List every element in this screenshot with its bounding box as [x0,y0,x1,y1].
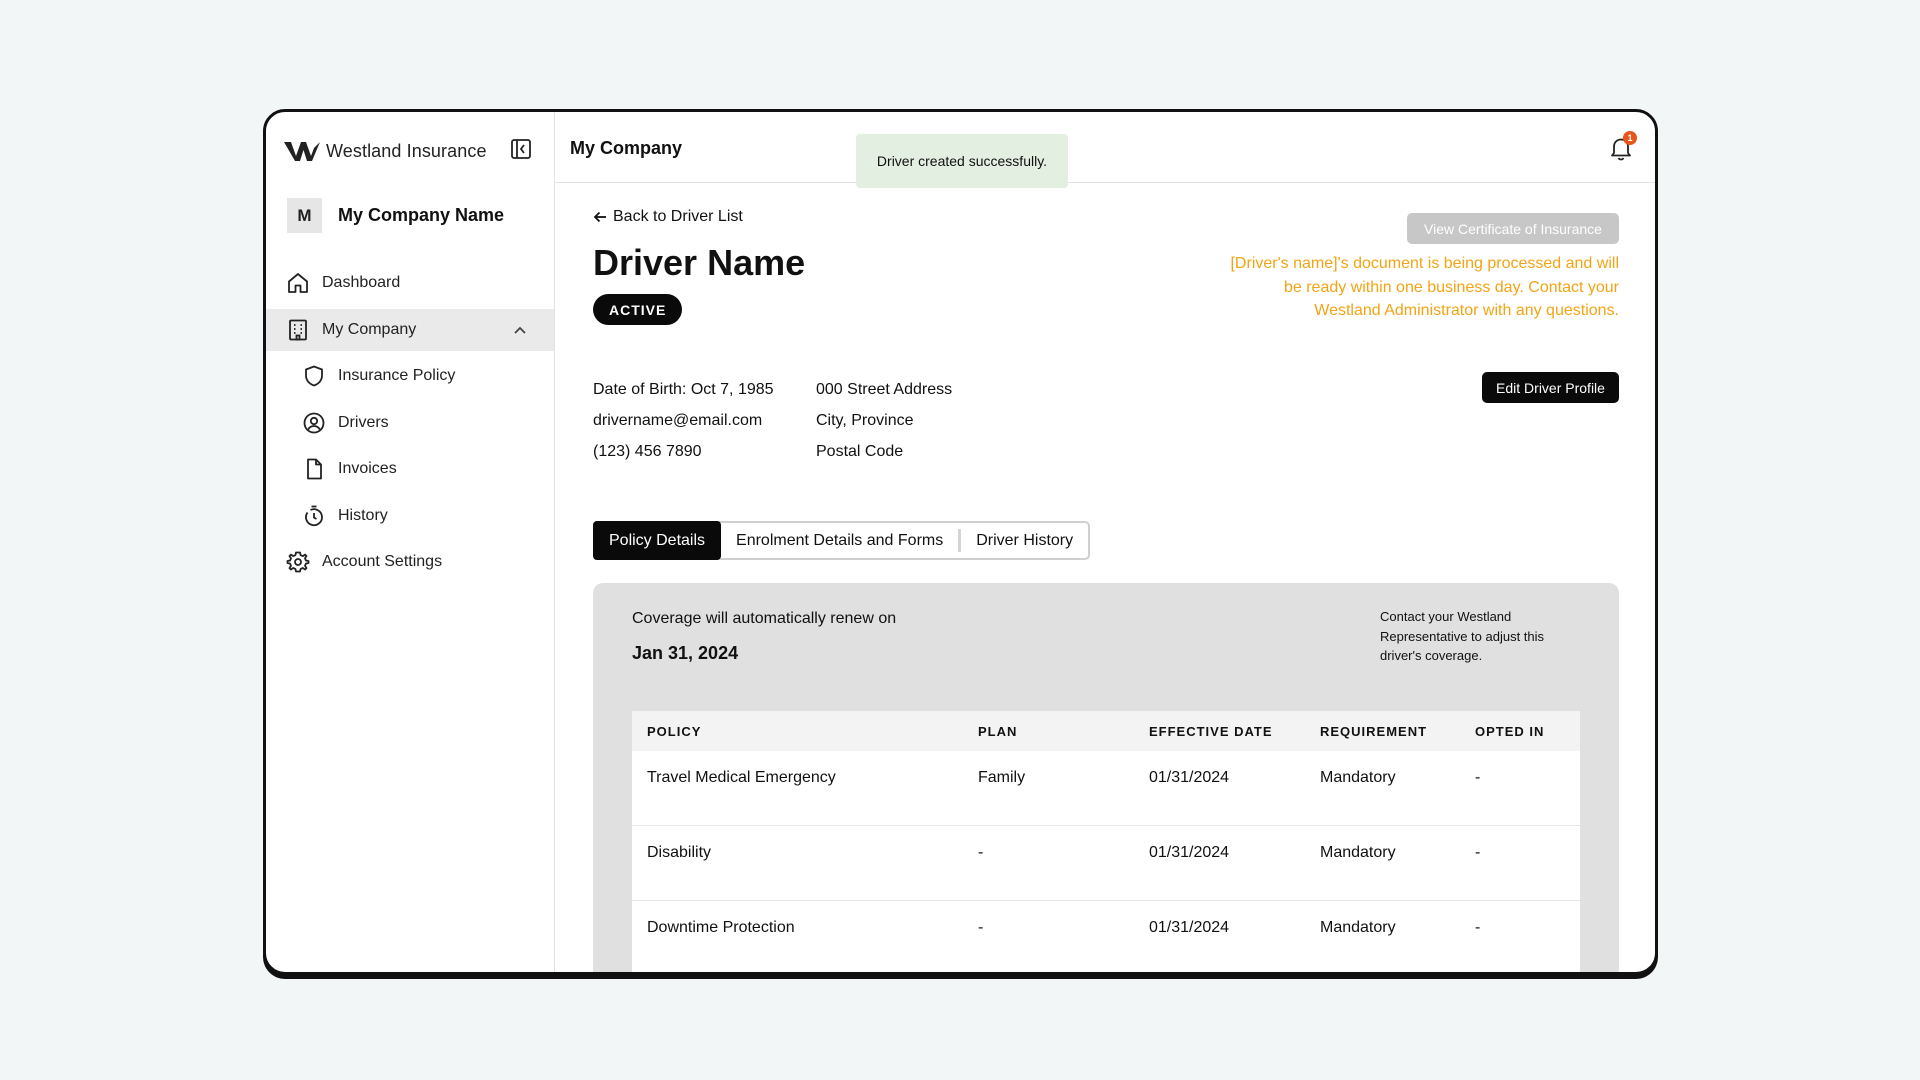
table-row[interactable]: Disability - 01/31/2024 Mandatory - [632,826,1580,901]
collapse-sidebar-icon[interactable] [509,137,533,161]
column-header-policy: POLICY [647,723,702,739]
brand-logo[interactable]: Westland Insurance [284,136,487,166]
tab-driver-history[interactable]: Driver History [961,523,1088,558]
driver-name-heading: Driver Name [593,242,806,283]
effective-date-cell: 01/31/2024 [1149,919,1230,936]
toast-message: Driver created successfully. [876,153,1048,169]
westland-logo-icon [284,142,320,161]
address-line-3: Postal Code [816,443,904,460]
table-row[interactable]: Travel Medical Emergency Family 01/31/20… [632,751,1580,826]
sidebar-item-invoices[interactable]: Invoices [266,448,554,490]
opted-in-cell: - [1475,769,1481,786]
home-icon [288,273,308,293]
company-switcher[interactable]: M My Company Name [287,198,504,233]
date-of-birth: Date of Birth: Oct 7, 1985 [593,381,774,398]
company-avatar: M [287,198,322,233]
chevron-up-icon[interactable] [510,320,530,340]
table-header-row: POLICY PLAN EFFECTIVE DATE REQUIREMENT O… [632,711,1580,751]
effective-date-cell: 01/31/2024 [1149,844,1230,861]
policy-cell: Downtime Protection [647,919,795,936]
brand-name: Westland Insurance [326,140,487,161]
contact-representative-note: Contact your Westland Representative to … [1380,609,1545,663]
sidebar-item-label: Drivers [338,413,389,431]
app-window: Westland Insurance M My Company Name Das… [263,109,1658,975]
sidebar-item-my-company[interactable]: My Company [266,308,554,351]
sidebar-item-label: Invoices [338,460,397,477]
arrow-left-icon [593,211,606,223]
policy-table: POLICY PLAN EFFECTIVE DATE REQUIREMENT O… [632,711,1580,972]
opted-in-cell: - [1475,919,1481,936]
view-certificate-button[interactable]: View Certificate of Insurance [1407,213,1619,244]
top-bar: My Company 1 [555,112,1655,183]
sidebar: Westland Insurance M My Company Name Das… [266,112,555,972]
tab-enrolment-details[interactable]: Enrolment Details and Forms [721,523,958,558]
renew-date: Jan 31, 2024 [632,643,739,663]
driver-address: 000 Street Address City, Province Postal… [816,374,952,467]
column-header-effective-date: EFFECTIVE DATE [1149,723,1273,739]
table-row[interactable]: Downtime Protection - 01/31/2024 Mandato… [632,901,1580,972]
main-content: Back to Driver List Driver Name ACTIVE V… [555,184,1655,972]
tab-bar: Policy Details Enrolment Details and For… [593,521,1091,560]
plan-cell: - [978,844,984,861]
sidebar-item-insurance-policy[interactable]: Insurance Policy [266,355,554,397]
processing-note: [Driver's name]'s document is being proc… [1230,255,1619,319]
plan-cell: Family [978,769,1026,786]
driver-contact-info: Date of Birth: Oct 7, 1985 drivername@em… [593,374,774,467]
requirement-cell: Mandatory [1320,844,1396,861]
address-line-2: City, Province [816,412,914,429]
timer-icon [305,505,323,526]
sidebar-nav: Dashboard My Company Insurance Policy Dr… [266,262,554,588]
edit-driver-profile-button[interactable]: Edit Driver Profile [1482,372,1619,403]
column-header-plan: PLAN [978,723,1018,739]
gear-icon [286,551,310,573]
user-circle-icon [303,412,325,433]
policy-details-panel: Coverage will automatically renew on Jan… [593,583,1619,972]
company-name: My Company Name [338,205,505,225]
sidebar-item-drivers[interactable]: Drivers [266,402,554,444]
driver-email: drivername@email.com [593,412,763,429]
status-badge: ACTIVE [593,294,683,325]
driver-phone: (123) 456 7890 [593,443,702,460]
column-header-opted-in: OPTED IN [1475,723,1545,739]
plan-cell: - [978,919,984,936]
renew-label: Coverage will automatically renew on [632,610,897,627]
back-to-driver-list-link[interactable]: Back to Driver List [593,208,743,226]
notifications-button[interactable]: 1 [1607,131,1637,162]
sidebar-item-account-settings[interactable]: Account Settings [266,541,554,583]
requirement-cell: Mandatory [1320,919,1396,936]
effective-date-cell: 01/31/2024 [1149,769,1230,786]
column-header-requirement: REQUIREMENT [1320,723,1428,739]
sidebar-item-label: My Company [322,320,417,338]
file-icon [307,458,322,480]
shield-icon [305,365,323,387]
requirement-cell: Mandatory [1320,769,1396,786]
notification-badge: 1 [1623,131,1637,145]
sidebar-item-label: Account Settings [322,553,443,570]
back-link-label: Back to Driver List [613,208,743,225]
success-toast: Driver created successfully. [856,134,1068,188]
sidebar-item-dashboard[interactable]: Dashboard [266,262,554,304]
sidebar-item-label: Insurance Policy [338,367,456,384]
sidebar-item-label: Dashboard [322,274,401,291]
sidebar-item-history[interactable]: History [266,495,554,537]
opted-in-cell: - [1475,844,1481,861]
policy-cell: Disability [647,844,712,861]
tab-policy-details[interactable]: Policy Details [593,521,722,560]
sidebar-item-label: History [338,506,388,524]
policy-cell: Travel Medical Emergency [647,769,836,786]
page-title: My Company [570,138,683,158]
address-line-1: 000 Street Address [816,381,953,398]
building-icon [289,319,307,340]
